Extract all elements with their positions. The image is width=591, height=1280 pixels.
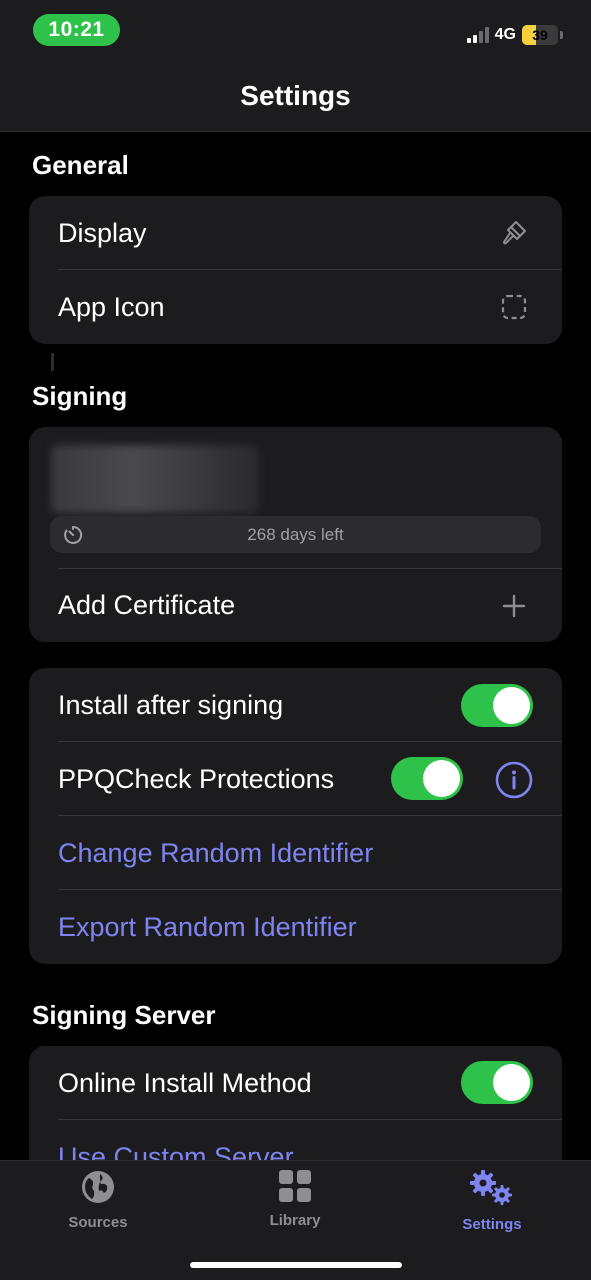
install-after-signing-label: Install after signing [58, 689, 284, 720]
section-title-signing-server: Signing Server [32, 1000, 216, 1030]
battery-icon: 39 [522, 25, 558, 45]
cellular-signal-icon [466, 27, 489, 43]
tab-sources-label: Sources [68, 1214, 128, 1231]
signing-options-group: Install after signing PPQCheck Protectio… [29, 668, 562, 964]
plus-icon [498, 590, 530, 622]
paintbrush-icon [498, 217, 530, 249]
online-install-label: Online Install Method [58, 1067, 312, 1098]
install-after-signing-row: Install after signing [29, 668, 562, 742]
add-certificate-label: Add Certificate [58, 590, 236, 620]
add-certificate-row[interactable]: Add Certificate [29, 569, 562, 642]
app-icon-label: App Icon [58, 291, 165, 322]
info-icon[interactable] [494, 760, 534, 800]
gears-icon [468, 1169, 516, 1212]
tab-settings-label: Settings [462, 1216, 522, 1233]
certificate-name-redacted [51, 445, 259, 513]
battery-cap [560, 31, 563, 39]
network-type: 4G [494, 26, 516, 43]
page-title: Settings [240, 80, 351, 111]
grid-icon [278, 1169, 312, 1208]
app-icon-row[interactable]: App Icon [29, 270, 562, 344]
install-after-signing-toggle[interactable] [461, 684, 533, 727]
tab-sources[interactable]: Sources [18, 1169, 178, 1231]
display-row[interactable]: Display [29, 196, 562, 270]
general-group: Display App Icon [29, 196, 562, 344]
ppqcheck-label: PPQCheck Protections [58, 763, 335, 794]
online-install-row: Online Install Method [29, 1046, 562, 1120]
signing-group: 268 days left Add Certificate [29, 427, 562, 642]
ppqcheck-row: PPQCheck Protections [29, 742, 562, 816]
navigation-header: 10:21 4G 39 Settings [0, 0, 591, 132]
export-random-identifier-link[interactable]: Export Random Identifier [58, 912, 357, 943]
change-random-identifier-link[interactable]: Change Random Identifier [58, 838, 373, 869]
change-random-identifier-row[interactable]: Change Random Identifier [29, 816, 562, 890]
tab-library[interactable]: Library [215, 1169, 375, 1229]
toggle-knob [493, 687, 530, 724]
tab-library-label: Library [269, 1212, 321, 1229]
certificate-expiry-bar: 268 days left [50, 516, 541, 553]
online-install-toggle[interactable] [461, 1061, 533, 1104]
status-indicators: 4G 39 [466, 24, 563, 46]
display-label: Display [58, 217, 147, 248]
divider-mark [51, 353, 54, 371]
toggle-knob [493, 1064, 530, 1101]
home-indicator[interactable] [190, 1262, 402, 1268]
tab-settings[interactable]: Settings [412, 1169, 572, 1233]
battery-percentage: 39 [532, 27, 548, 43]
dashed-square-icon [498, 291, 530, 323]
export-random-identifier-row[interactable]: Export Random Identifier [29, 890, 562, 964]
status-time: 10:21 [33, 14, 120, 46]
ppqcheck-toggle[interactable] [391, 757, 463, 800]
certificate-days-left: 268 days left [247, 524, 344, 544]
section-title-signing: Signing [32, 381, 128, 411]
globe-icon [80, 1169, 116, 1210]
section-title-general: General [32, 150, 129, 180]
toggle-knob [423, 760, 460, 797]
